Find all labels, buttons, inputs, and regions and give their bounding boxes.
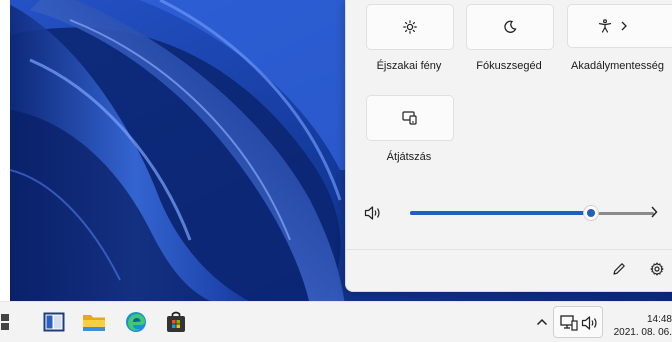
focus-assist-label: Fókuszsegéd	[476, 60, 542, 72]
cast-tile[interactable]	[366, 95, 454, 141]
start-button[interactable]	[0, 310, 12, 334]
taskbar: 14:48 2021. 08. 06.	[0, 301, 672, 342]
edit-pencil-icon[interactable]	[612, 262, 626, 276]
chevron-right-icon[interactable]	[620, 21, 628, 31]
volume-fill	[410, 211, 591, 215]
accessibility-icon	[598, 19, 612, 33]
edge-browser-button[interactable]	[124, 310, 148, 334]
night-light-tile[interactable]	[366, 4, 454, 50]
accessibility-label: Akadálymentesség	[571, 60, 664, 72]
speaker-icon[interactable]	[364, 205, 382, 221]
quick-settings-panel: Éjszakai fény Fókuszsegéd Akadálymentess…	[345, 0, 672, 292]
volume-row	[364, 200, 664, 226]
audio-output-chevron-icon[interactable]	[650, 206, 658, 218]
panel-divider	[346, 249, 672, 250]
edge-icon	[126, 312, 146, 332]
night-light-label: Éjszakai fény	[376, 60, 442, 72]
cast-label: Átjátszás	[386, 151, 432, 163]
chevron-up-icon	[536, 318, 548, 326]
focus-assist-tile[interactable]	[466, 4, 554, 50]
file-explorer-button[interactable]	[82, 310, 106, 334]
volume-slider-thumb[interactable]	[583, 205, 599, 221]
task-view-button[interactable]	[42, 310, 66, 334]
focus-assist-icon	[503, 20, 517, 34]
tray-overflow-chevron-up[interactable]	[530, 310, 554, 334]
clock-time: 14:48	[646, 314, 672, 325]
store-button[interactable]	[164, 310, 188, 334]
cast-icon	[402, 111, 418, 125]
network-icon	[560, 315, 578, 331]
task-view-icon	[43, 312, 65, 332]
accessibility-tile[interactable]	[567, 4, 672, 48]
volume-tray-icon	[581, 315, 599, 331]
folder-icon	[83, 315, 105, 331]
quick-settings-tray-button[interactable]	[553, 306, 603, 338]
store-icon	[167, 311, 185, 332]
night-light-icon	[403, 20, 417, 34]
settings-gear-icon[interactable]	[650, 262, 664, 276]
taskbar-clock[interactable]: 14:48 2021. 08. 06.	[614, 313, 672, 339]
windows-logo-icon	[1, 314, 9, 330]
clock-date: 2021. 08. 06.	[613, 327, 672, 338]
window-edge	[0, 0, 10, 341]
